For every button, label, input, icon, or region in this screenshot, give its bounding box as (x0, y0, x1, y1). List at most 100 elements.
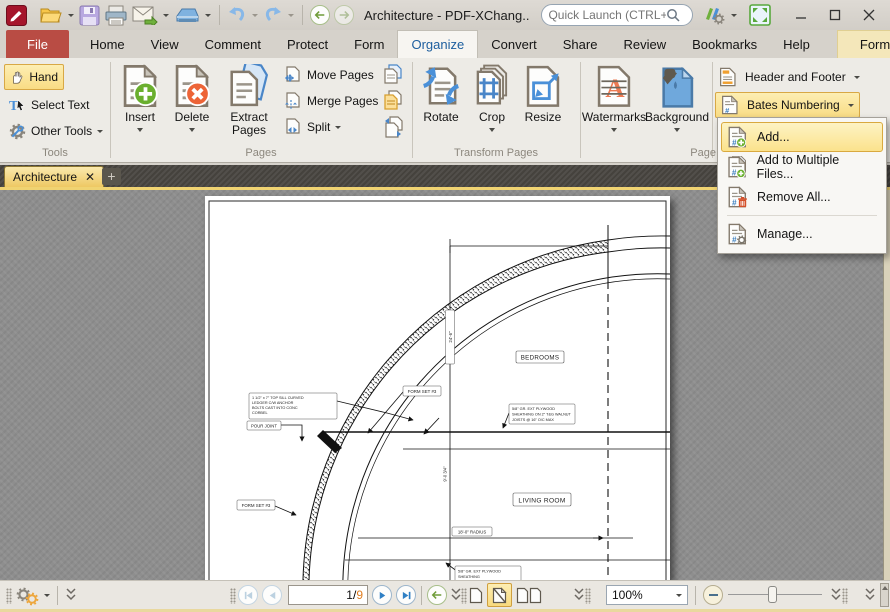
launch-dropdown-caret[interactable] (731, 14, 737, 17)
previous-view-button[interactable] (427, 585, 447, 605)
expand-down-icon[interactable] (65, 587, 77, 603)
email-dropdown-caret[interactable] (163, 14, 169, 17)
tab-share[interactable]: Share (550, 30, 611, 58)
hand-icon (10, 69, 24, 86)
zoom-slider-handle[interactable] (768, 586, 777, 603)
layout-expand-icon[interactable] (573, 587, 585, 603)
single-page-layout-icon[interactable] (469, 587, 483, 604)
toolbar-grip[interactable] (6, 588, 12, 604)
status-options-caret[interactable] (44, 594, 50, 597)
pdf-page[interactable]: BEDROOMS LIVING ROOM FORM SET #3 FORM SE… (205, 196, 670, 580)
launch-applications-button[interactable] (701, 2, 727, 28)
redo-button[interactable] (261, 2, 285, 28)
zoom-grip[interactable] (585, 588, 591, 604)
tab-close-icon[interactable]: ✕ (85, 170, 95, 184)
split-label: Split (307, 120, 330, 134)
end-grip[interactable] (842, 588, 848, 604)
menu-item-remove-all[interactable]: Remove All... (721, 182, 883, 212)
page-number-box[interactable]: / 9 (288, 585, 368, 605)
delete-button[interactable]: Delete (165, 62, 219, 132)
resize-button[interactable]: Resize (518, 62, 568, 124)
tab-form[interactable]: Form (341, 30, 397, 58)
split-button[interactable]: Split (283, 116, 341, 138)
bates-numbering-button[interactable]: Bates Numbering (715, 92, 860, 118)
split-caret (335, 126, 341, 129)
menu-item-add[interactable]: Add... (721, 122, 883, 152)
nav-grip[interactable] (230, 588, 236, 604)
merge-pages-button[interactable]: Merge Pages (283, 90, 378, 112)
new-tab-button[interactable]: + (102, 168, 121, 185)
select-text-button[interactable]: T Select Text (4, 92, 94, 118)
move-pages-button[interactable]: Move Pages (283, 64, 374, 86)
scrollbar-end-button[interactable] (880, 583, 889, 607)
watermarks-button[interactable]: A Watermarks (584, 62, 644, 132)
quick-launch-input[interactable] (548, 8, 666, 22)
tab-help[interactable]: Help (770, 30, 823, 58)
zoom-out-button[interactable] (703, 585, 723, 605)
zoom-level-select[interactable]: 100% (606, 585, 688, 605)
open-dropdown-caret[interactable] (68, 14, 74, 17)
more-tools-expand-icon[interactable] (864, 587, 876, 603)
tab-view[interactable]: View (138, 30, 192, 58)
header-and-footer-button[interactable]: Header and Footer (719, 66, 860, 88)
page-number-input[interactable] (303, 588, 353, 602)
tab-file[interactable]: File (6, 30, 69, 58)
scanner-dropdown-caret[interactable] (205, 14, 211, 17)
quick-launch-box[interactable] (541, 4, 693, 26)
tab-format[interactable]: Format (837, 30, 890, 58)
tab-comment[interactable]: Comment (192, 30, 274, 58)
close-button[interactable] (852, 2, 886, 28)
minimize-button[interactable] (784, 2, 818, 28)
document-tab-architecture[interactable]: Architecture ✕ (4, 166, 104, 187)
extract-pages-button[interactable]: Extract Pages (222, 62, 276, 137)
hand-tool-button[interactable]: Hand (4, 64, 64, 90)
other-tools-button[interactable]: Other Tools (4, 118, 108, 144)
replace-pages-button[interactable] (383, 90, 403, 112)
menu-item-manage[interactable]: Manage... (721, 219, 883, 249)
email-button[interactable] (130, 2, 160, 28)
tab-review[interactable]: Review (610, 30, 679, 58)
rotate-button[interactable]: Rotate (416, 62, 466, 124)
print-button[interactable] (102, 2, 130, 28)
previous-page-button[interactable] (262, 585, 282, 605)
scanner-button[interactable] (172, 2, 202, 28)
zoom-expand-icon[interactable] (830, 587, 842, 603)
bates-numbering-icon (721, 95, 739, 115)
radius-label: 18'-0" RADIUS (458, 530, 487, 535)
note-right-line3: JOISTS @ 16" O/C MAX (512, 418, 554, 422)
history-forward-button[interactable] (334, 5, 354, 25)
vertical-dim-label-2: 9'-0 3/4" (443, 466, 448, 482)
layout-grip[interactable] (461, 588, 467, 604)
duplicate-pages-button[interactable] (383, 64, 403, 86)
history-back-button[interactable] (310, 5, 330, 25)
split-icon (283, 118, 302, 137)
tab-bookmarks[interactable]: Bookmarks (679, 30, 770, 58)
background-button[interactable]: Background (646, 62, 708, 132)
tab-home[interactable]: Home (77, 30, 138, 58)
bates-add-icon (727, 126, 748, 148)
redo-dropdown-caret[interactable] (288, 14, 294, 17)
open-button[interactable] (37, 2, 65, 28)
swap-pages-button[interactable] (383, 116, 403, 138)
crop-button[interactable]: Crop (470, 62, 514, 132)
status-options-button[interactable] (15, 586, 41, 606)
undo-button[interactable] (225, 2, 249, 28)
tab-organize[interactable]: Organize (397, 30, 478, 58)
insert-button[interactable]: Insert (113, 62, 167, 132)
save-button[interactable] (77, 2, 102, 28)
delete-caret (189, 128, 195, 132)
undo-dropdown-caret[interactable] (252, 14, 258, 17)
status-separator (57, 586, 58, 605)
watermarks-caret (611, 128, 617, 132)
maximize-button[interactable] (818, 2, 852, 28)
fit-width-layout-button[interactable] (487, 583, 512, 607)
menu-item-add-multiple[interactable]: Add to Multiple Files... (721, 152, 883, 182)
fullscreen-button[interactable] (747, 2, 773, 28)
tab-convert[interactable]: Convert (478, 30, 550, 58)
two-page-layout-icon[interactable] (516, 587, 542, 604)
last-page-button[interactable] (396, 585, 416, 605)
next-page-button[interactable] (372, 585, 392, 605)
page-marks-group-label: Page (660, 147, 716, 159)
first-page-button[interactable] (238, 585, 258, 605)
tab-protect[interactable]: Protect (274, 30, 341, 58)
